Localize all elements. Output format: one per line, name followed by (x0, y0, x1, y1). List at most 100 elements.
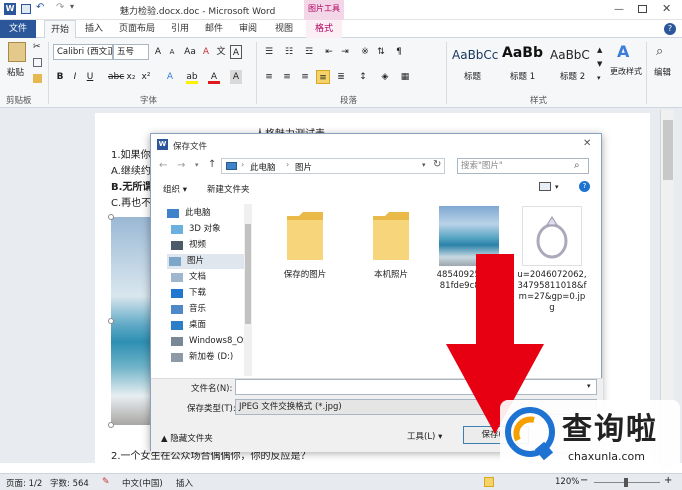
copy-icon[interactable] (33, 58, 42, 67)
tab-format[interactable]: 格式 (306, 20, 342, 38)
justify-icon[interactable]: ≡ (316, 70, 330, 84)
address-dropdown-icon[interactable]: ▾ (422, 161, 426, 169)
numbering-icon[interactable]: ☷ (282, 45, 296, 59)
breadcrumb-pc[interactable]: 此电脑 (250, 161, 276, 173)
zoom-slider[interactable] (594, 478, 660, 487)
grow-font-icon[interactable]: A (152, 45, 164, 59)
image-handle-mid[interactable] (108, 318, 114, 324)
organize-button[interactable]: 组织 ▾ (163, 183, 187, 195)
font-name-select[interactable]: Calibri (西文正 (53, 44, 113, 60)
dialog-close-icon[interactable]: ✕ (583, 138, 591, 149)
undo-icon[interactable]: ↶ (36, 2, 44, 13)
tab-insert[interactable]: 插入 (80, 20, 108, 38)
image-handle-bottom[interactable] (108, 422, 114, 428)
nav-item-music[interactable]: 音乐 (169, 302, 206, 317)
tab-mailings[interactable]: 邮件 (200, 20, 228, 38)
shading-icon[interactable]: ◈ (378, 70, 392, 84)
tab-view[interactable]: 视图 (270, 20, 298, 38)
distributed-icon[interactable]: ≣ (334, 70, 348, 84)
new-folder-button[interactable]: 新建文件夹 (207, 183, 250, 195)
recent-icon[interactable]: ▾ (195, 161, 199, 169)
word-app-icon[interactable]: W (4, 3, 16, 15)
status-mode[interactable]: 插入 (176, 477, 193, 489)
nav-item-documents[interactable]: 文档 (169, 270, 206, 285)
view-dropdown-icon[interactable]: ▾ (555, 183, 559, 191)
multilevel-icon[interactable]: ☲ (302, 45, 316, 59)
filename-dropdown-icon[interactable]: ▾ (587, 382, 591, 390)
dialog-help-icon[interactable]: ? (579, 181, 590, 192)
nav-item-desktop[interactable]: 桌面 (169, 318, 206, 333)
tab-review[interactable]: 审阅 (234, 20, 262, 38)
chinese-layout-icon[interactable]: ※ (358, 45, 372, 59)
align-left-icon[interactable]: ≡ (262, 70, 276, 84)
close-icon[interactable]: ✕ (662, 2, 671, 15)
borders-icon[interactable]: ▦ (398, 70, 412, 84)
increase-indent-icon[interactable]: ⇥ (338, 45, 352, 59)
tools-menu[interactable]: 工具(L) ▾ (407, 430, 442, 442)
nav-item-3d-objects[interactable]: 3D 对象 (169, 222, 221, 237)
redo-icon[interactable]: ↷ (56, 2, 64, 13)
sort-icon[interactable]: ⇅ (374, 45, 388, 59)
strikethrough-icon[interactable]: abc (108, 70, 124, 84)
font-size-select[interactable]: 五号 (113, 44, 149, 60)
minimize-icon[interactable]: — (614, 4, 628, 15)
save-icon[interactable] (21, 4, 31, 14)
text-effect-icon[interactable]: A (164, 70, 176, 84)
qat-customize-icon[interactable]: ▾ (70, 2, 74, 11)
nav-scrollbar[interactable] (244, 204, 252, 376)
phonetic-icon[interactable]: 文 (215, 45, 227, 59)
paste-icon[interactable] (8, 42, 26, 62)
restore-icon[interactable] (638, 5, 647, 13)
style-scroll-up-icon[interactable]: ▲ (597, 46, 602, 54)
shrink-font-icon[interactable]: A (166, 45, 178, 59)
status-page[interactable]: 页面: 1/2 (6, 477, 42, 489)
status-words[interactable]: 字数: 564 (50, 477, 89, 489)
align-center-icon[interactable]: ≡ (280, 70, 294, 84)
nav-item-windows-drive[interactable]: Windows8_OS (169, 334, 249, 349)
decrease-indent-icon[interactable]: ⇤ (322, 45, 336, 59)
style-more-icon[interactable]: ▾ (597, 74, 601, 82)
status-language[interactable]: 中文(中国) (122, 477, 163, 489)
refresh-icon[interactable]: ↻ (433, 159, 441, 170)
format-painter-icon[interactable] (33, 74, 42, 83)
style-item-title[interactable]: AaBbCc 标题 (450, 42, 498, 88)
nav-item-pictures[interactable]: 图片 (167, 254, 245, 269)
font-color-icon[interactable]: A (208, 70, 220, 84)
zoom-in-icon[interactable]: + (664, 475, 672, 486)
scroll-thumb[interactable] (663, 120, 673, 180)
help-icon[interactable]: ? (664, 23, 676, 35)
tab-file[interactable]: 文件 (0, 20, 36, 38)
superscript-icon[interactable]: x² (140, 70, 152, 84)
find-icon[interactable]: ⌕ (656, 44, 663, 59)
nav-item-videos[interactable]: 视频 (169, 238, 206, 253)
underline-icon[interactable]: U (84, 70, 96, 84)
view-icon[interactable] (539, 182, 551, 191)
nav-item-this-pc[interactable]: 此电脑 (165, 206, 211, 221)
style-item-heading2[interactable]: AaBbC 标题 2 (548, 42, 596, 88)
proofing-icon[interactable]: ✎ (102, 477, 110, 487)
tab-page-layout[interactable]: 页面布局 (114, 20, 160, 38)
paste-label[interactable]: 粘贴 (7, 66, 24, 78)
tab-references[interactable]: 引用 (166, 20, 194, 38)
border-char-icon[interactable]: A (230, 45, 242, 59)
breadcrumb-pictures[interactable]: 图片 (295, 161, 312, 173)
clear-format-icon[interactable]: A (200, 45, 212, 59)
align-right-icon[interactable]: ≡ (298, 70, 312, 84)
zoom-out-icon[interactable]: − (580, 475, 588, 486)
style-item-heading1[interactable]: AaBb 标题 1 (500, 42, 546, 88)
search-box[interactable]: 搜索"图片" ⌕ (457, 158, 589, 174)
bold-icon[interactable]: B (54, 70, 66, 84)
tab-home[interactable]: 开始 (44, 20, 76, 38)
style-scroll-down-icon[interactable]: ▼ (597, 60, 602, 68)
image-handle-top[interactable] (108, 214, 114, 220)
nav-item-d-drive[interactable]: 新加卷 (D:) (169, 350, 233, 365)
show-marks-icon[interactable]: ¶ (392, 45, 406, 59)
italic-icon[interactable]: I (69, 70, 81, 84)
subscript-icon[interactable]: x₂ (125, 70, 137, 84)
line-spacing-icon[interactable]: ↕ (356, 70, 370, 84)
up-icon[interactable]: ↑ (208, 159, 216, 170)
char-shading-icon[interactable]: A (230, 70, 242, 84)
bullets-icon[interactable]: ☰ (262, 45, 276, 59)
change-styles-label[interactable]: 更改样式 (610, 66, 642, 77)
edit-label[interactable]: 编辑 (654, 66, 671, 78)
